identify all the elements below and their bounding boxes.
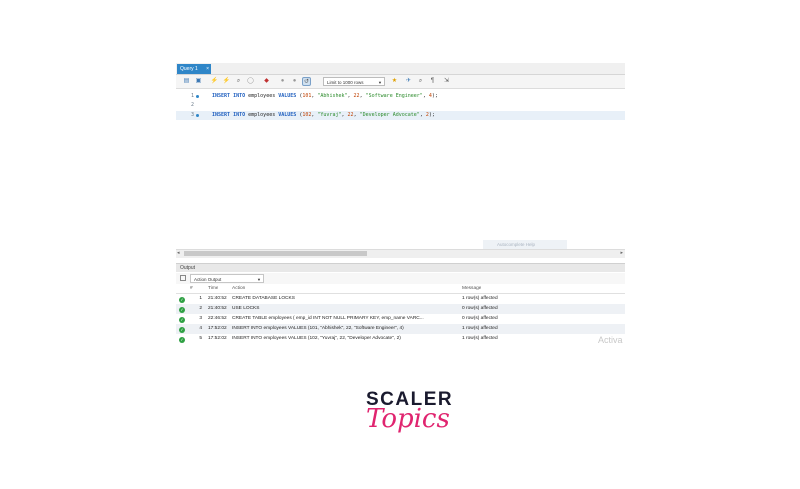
cell-num: 1 xyxy=(199,296,202,301)
cell-time: 21:40:52 xyxy=(208,296,227,301)
output-toolbar: Action Output ▼ xyxy=(176,273,625,284)
cell-time: 22:46:52 xyxy=(208,316,227,321)
workbench-window: Query 1 × ▤ ▣ ⚡ ⚡ ⌕ ◯ ◆ ● ● ↺ Limit to 1… xyxy=(176,63,625,351)
code-token: ); xyxy=(431,93,438,99)
cell-action: CREATE DATABASE LOCKS xyxy=(232,296,295,301)
cell-message: 1 row(s) affected xyxy=(462,336,498,341)
cell-time: 21:40:52 xyxy=(208,306,227,311)
editor-line[interactable]: 1 INSERT INTO employees VALUES (101, "Abh… xyxy=(176,92,625,101)
output-type-select[interactable]: Action Output ▼ xyxy=(190,274,264,283)
success-check-icon: ✓ xyxy=(179,316,185,323)
toggle-error-icon[interactable]: ◆ xyxy=(262,77,271,86)
statement-marker-icon xyxy=(196,95,199,98)
table-row[interactable]: ✓ 3 22:46:52 CREATE TABLE employees ( emp_i… xyxy=(176,314,625,324)
autocommit-icon[interactable]: ↺ xyxy=(302,77,311,86)
commit-icon[interactable]: ● xyxy=(278,77,287,86)
beautify-icon[interactable]: ★ xyxy=(390,77,399,86)
cell-action: INSERT INTO employees VALUES (102, "Yuvr… xyxy=(232,336,401,341)
code-token: "Software Engineer" xyxy=(365,93,423,99)
save-icon[interactable]: ▣ xyxy=(194,77,203,86)
editor-line[interactable]: 2 xyxy=(176,101,625,110)
code-token: VALUES xyxy=(278,93,297,99)
execute-current-icon[interactable]: ⚡ xyxy=(222,77,231,86)
copy-icon[interactable] xyxy=(180,275,186,281)
code-token: VALUES xyxy=(278,112,297,118)
horizontal-scrollbar[interactable]: ◂ ▸ xyxy=(176,249,625,258)
table-row[interactable]: ✓ 1 21:40:52 CREATE DATABASE LOCKS 1 row(s) … xyxy=(176,294,625,304)
autocomplete-help-hint: Autocomplete Help xyxy=(483,240,567,249)
code-text: INSERT INTO employees VALUES (101, "Abhi… xyxy=(212,92,438,101)
code-text: INSERT INTO employees VALUES (102, "Yuvr… xyxy=(212,111,435,120)
cell-action: USE LOCKS xyxy=(232,306,260,311)
invisible-chars-icon[interactable]: ¶ xyxy=(428,77,437,86)
explain-icon[interactable]: ⌕ xyxy=(234,77,243,86)
success-check-icon: ✓ xyxy=(179,336,185,343)
cell-message: 1 row(s) affected xyxy=(462,296,498,301)
tab-label: Query 1 xyxy=(180,66,198,72)
col-header-num: # xyxy=(190,286,193,291)
query-tab-bar: Query 1 × xyxy=(176,63,625,75)
code-token: INSERT INTO xyxy=(212,112,246,118)
cell-action: CREATE TABLE employees ( emp_id INT NOT … xyxy=(232,316,424,321)
open-file-icon[interactable]: ▤ xyxy=(182,77,191,86)
col-header-action: Action xyxy=(232,286,246,291)
stop-icon[interactable]: ◯ xyxy=(246,77,255,86)
scroll-right-icon[interactable]: ▸ xyxy=(620,250,623,256)
search-icon[interactable]: ⌕ xyxy=(416,77,425,86)
tab-query-1[interactable]: Query 1 × xyxy=(177,64,211,74)
code-token: employees xyxy=(245,112,279,118)
chevron-down-icon: ▼ xyxy=(257,277,261,282)
cell-num: 3 xyxy=(199,316,202,321)
activate-windows-watermark: Activa xyxy=(598,335,623,345)
cell-action: INSERT INTO employees VALUES (101, "Abhi… xyxy=(232,326,404,331)
execute-icon[interactable]: ⚡ xyxy=(210,77,219,86)
success-check-icon: ✓ xyxy=(179,296,185,303)
logo-topics-text: Topics xyxy=(366,404,450,434)
code-token: ); xyxy=(428,112,435,118)
cell-time: 17:52:02 xyxy=(208,336,227,341)
wrap-icon[interactable]: ⇲ xyxy=(442,77,451,86)
output-panel-header: Output xyxy=(176,263,625,272)
output-type-label: Action Output xyxy=(194,277,222,282)
table-header: # Time Action Message xyxy=(176,285,625,294)
sql-editor[interactable]: 1 INSERT INTO employees VALUES (101, "Abh… xyxy=(176,89,625,249)
code-token: employees xyxy=(245,93,279,99)
limit-rows-select[interactable]: Limit to 1000 rows ▼ xyxy=(323,77,385,86)
line-number: 2 xyxy=(190,102,194,108)
cell-message: 0 row(s) affected xyxy=(462,316,498,321)
cell-num: 4 xyxy=(199,326,202,331)
code-token: INSERT INTO xyxy=(212,93,246,99)
limit-rows-label: Limit to 1000 rows xyxy=(327,80,364,85)
table-row[interactable]: ✓ 5 17:52:02 INSERT INTO employees VALUES (… xyxy=(176,334,625,344)
cell-time: 17:52:02 xyxy=(208,326,227,331)
col-header-message: Message xyxy=(462,286,482,291)
find-icon[interactable]: ✈ xyxy=(404,77,413,86)
cell-num: 5 xyxy=(199,336,202,341)
success-check-icon: ✓ xyxy=(179,326,185,333)
code-token: "Abhishek" xyxy=(317,93,348,99)
editor-line[interactable]: 3 INSERT INTO employees VALUES (102, "Yuv… xyxy=(176,111,625,120)
scroll-left-icon[interactable]: ◂ xyxy=(177,250,180,256)
table-row[interactable]: ✓ 2 21:40:52 USE LOCKS 0 row(s) affected xyxy=(176,304,625,314)
line-number: 1 xyxy=(190,93,194,99)
cell-num: 2 xyxy=(199,306,202,311)
chevron-down-icon: ▼ xyxy=(378,80,382,85)
line-number: 3 xyxy=(190,112,194,118)
table-row[interactable]: ✓ 4 17:52:02 INSERT INTO employees VALUES (… xyxy=(176,324,625,334)
close-icon[interactable]: × xyxy=(206,64,209,74)
code-token: "Developer Advocate" xyxy=(359,112,420,118)
sql-toolbar: ▤ ▣ ⚡ ⚡ ⌕ ◯ ◆ ● ● ↺ Limit to 1000 rows ▼… xyxy=(176,75,625,89)
cell-message: 0 row(s) affected xyxy=(462,306,498,311)
statement-marker-icon xyxy=(196,114,199,117)
scrollbar-thumb[interactable] xyxy=(184,251,367,256)
cell-message: 1 row(s) affected xyxy=(462,326,498,331)
rollback-icon[interactable]: ● xyxy=(290,77,299,86)
action-output-table: # Time Action Message ✓ 1 21:40:52 CREATE D… xyxy=(176,285,625,344)
scaler-topics-logo: SCALER Topics xyxy=(360,385,452,450)
success-check-icon: ✓ xyxy=(179,306,185,313)
col-header-time: Time xyxy=(208,286,219,291)
code-token: "Yuvraj" xyxy=(317,112,342,118)
